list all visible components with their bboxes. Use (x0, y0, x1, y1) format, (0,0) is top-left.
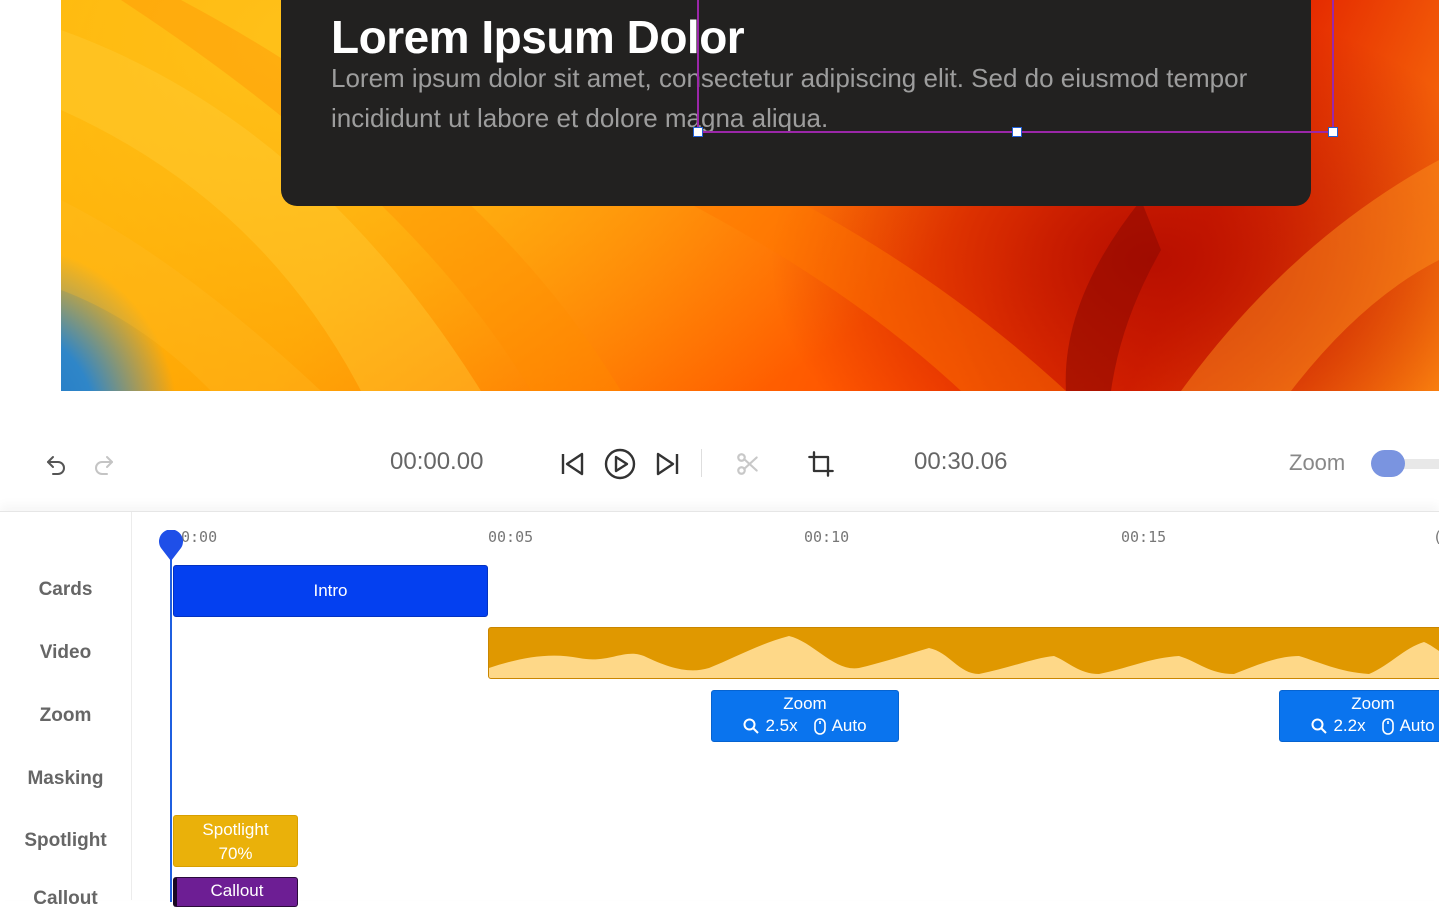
zoom-slider-thumb[interactable] (1371, 450, 1405, 477)
current-time: 00:00.00 (390, 448, 484, 475)
zoom-clip[interactable]: Zoom 2.2x Auto (1279, 690, 1439, 742)
zoom-mode: Auto (831, 716, 867, 735)
callout-clip[interactable]: Callout (173, 877, 298, 907)
zoom-level: 2.2x (1333, 716, 1366, 735)
track-labels: Cards Video Zoom Masking Spotlight Callo… (0, 512, 132, 909)
spotlight-amount: 70% (218, 844, 253, 863)
zoom-label: Zoom (1289, 450, 1346, 475)
zoom-clip-title: Zoom (783, 694, 827, 713)
playhead-handle[interactable] (158, 530, 184, 562)
total-duration: 00:30.06 (914, 448, 1008, 475)
resize-handle-bottom-right[interactable] (1328, 127, 1338, 137)
track-label-video: Video (39, 642, 92, 663)
card-title: Lorem Ipsum Dolor (331, 11, 745, 63)
track-label-cards: Cards (38, 579, 93, 600)
intro-card-clip[interactable]: Intro (173, 565, 488, 617)
magnifier-icon (1311, 718, 1328, 734)
skip-to-end-icon[interactable] (652, 448, 684, 480)
zoom-mode: Auto (1399, 716, 1435, 735)
resize-handle-bottom-left[interactable] (693, 127, 703, 137)
controls-divider (701, 449, 702, 477)
intro-clip-label: Intro (313, 581, 348, 600)
zoom-clip-title: Zoom (1351, 694, 1395, 713)
mouse-icon (1381, 717, 1394, 735)
play-icon[interactable] (602, 446, 638, 482)
spotlight-clip[interactable]: Spotlight 70% (173, 815, 298, 867)
timeline-tick: 00:10 (804, 528, 850, 546)
resize-handle-bottom-center[interactable] (1012, 127, 1022, 137)
redo-icon[interactable] (90, 451, 118, 479)
track-label-zoom: Zoom (39, 705, 92, 726)
selection-box[interactable] (693, 0, 1338, 137)
track-label-spotlight: Spotlight (24, 830, 107, 851)
timeline-tick-partial: ( (1433, 528, 1439, 546)
track-label-callout: Callout (33, 888, 98, 909)
scissors-icon[interactable] (734, 450, 762, 478)
track-label-masking: Masking (27, 768, 104, 789)
spotlight-clip-title: Spotlight (202, 820, 269, 839)
zoom-level: 2.5x (765, 716, 798, 735)
timeline-tick: 00:05 (488, 528, 534, 546)
timeline-tick: 00:15 (1121, 528, 1167, 546)
audio-waveform (489, 636, 1439, 678)
callout-clip-label: Callout (210, 881, 264, 900)
title-card[interactable]: Lorem Ipsum Dolor Lorem ipsum dolor sit … (281, 0, 1338, 206)
undo-icon[interactable] (42, 451, 70, 479)
playhead-line[interactable] (170, 542, 172, 902)
magnifier-icon (743, 718, 760, 734)
crop-icon[interactable] (806, 449, 836, 479)
skip-to-start-icon[interactable] (556, 448, 588, 480)
video-clip[interactable] (488, 627, 1439, 679)
zoom-clip[interactable]: Zoom 2.5x Auto (711, 690, 899, 742)
timeline-tick: 0:00 (181, 528, 218, 546)
mouse-icon (813, 717, 826, 735)
video-preview[interactable]: Lorem Ipsum Dolor Lorem ipsum dolor sit … (61, 0, 1439, 391)
timeline[interactable]: Cards Video Zoom Masking Spotlight Callo… (0, 511, 1439, 909)
